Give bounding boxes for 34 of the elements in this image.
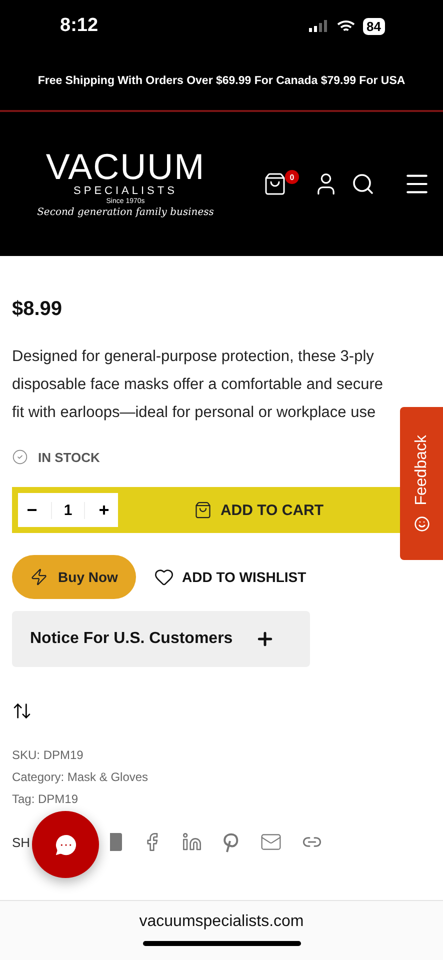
battery-level: 84 bbox=[362, 18, 385, 34]
cart-icon[interactable] bbox=[263, 172, 287, 196]
decrease-button[interactable]: − bbox=[22, 500, 42, 520]
signal-icon bbox=[308, 20, 329, 32]
add-to-cart-button[interactable]: ADD TO CART bbox=[124, 493, 394, 527]
product-meta: Tag: DPM19 bbox=[12, 791, 80, 807]
linkedin-icon[interactable] bbox=[182, 832, 202, 852]
product-description: Designed for general-purpose protection, these 3-ply disposable face masks offer a comfortable and secure fit with earloops—ideal for personal or workplace use bbox=[12, 347, 384, 423]
feedback-tab[interactable]: Feedback bbox=[400, 407, 443, 560]
search-icon[interactable] bbox=[351, 172, 375, 196]
chat-button[interactable] bbox=[32, 811, 99, 878]
quantity-value: 1 bbox=[50, 502, 86, 518]
mail-icon[interactable] bbox=[260, 831, 282, 853]
notice-accordion[interactable]: Notice For U.S. Customers bbox=[12, 611, 310, 667]
shipping-banner: Free Shipping With Orders Over $69.99 For Canada $79.99 For USA bbox=[0, 52, 443, 112]
product-meta: Category: Mask & Gloves bbox=[12, 769, 150, 785]
product-price: $8.99 bbox=[12, 298, 64, 321]
product-meta: SKU: DPM19 bbox=[12, 747, 84, 763]
heart-icon bbox=[154, 567, 174, 587]
bag-icon bbox=[194, 501, 212, 519]
pinterest-icon[interactable] bbox=[222, 831, 240, 853]
smiley-icon bbox=[414, 516, 430, 532]
check-icon bbox=[12, 449, 28, 465]
increase-button[interactable]: + bbox=[94, 500, 114, 520]
share-label: SH bbox=[12, 834, 30, 850]
status-time: 8:12 bbox=[60, 15, 98, 37]
wishlist-button[interactable]: ADD TO WISHLIST bbox=[154, 567, 306, 587]
site-url: vacuumspecialists.com bbox=[139, 913, 304, 931]
stock-status: IN STOCK bbox=[38, 450, 100, 464]
wifi-icon bbox=[336, 20, 355, 32]
sort-icon[interactable] bbox=[12, 701, 32, 721]
cart-count: 0 bbox=[285, 170, 299, 184]
buy-now-button[interactable]: Buy Now bbox=[12, 555, 136, 599]
lightning-icon bbox=[30, 568, 48, 586]
